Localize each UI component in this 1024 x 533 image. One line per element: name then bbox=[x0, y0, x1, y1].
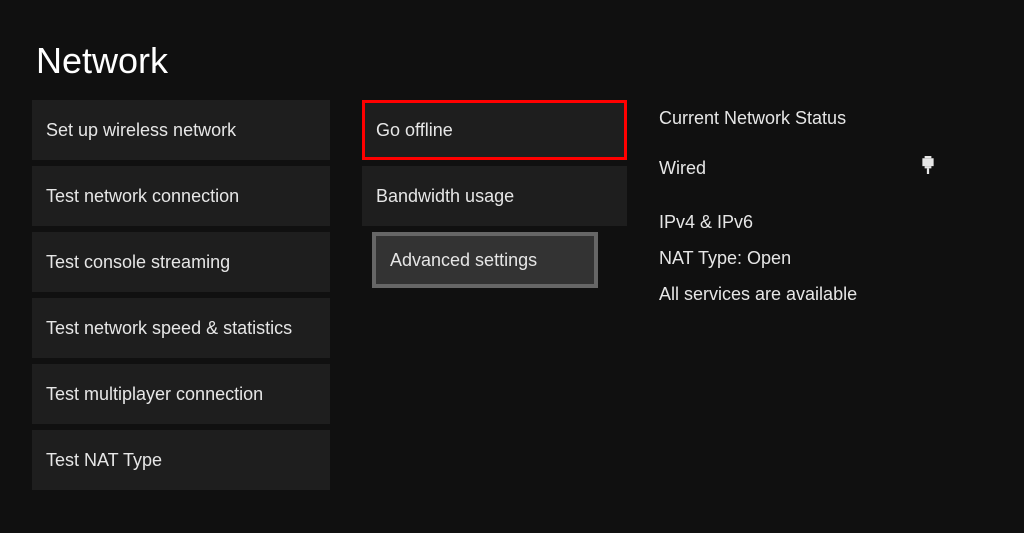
menu-item-advanced-settings[interactable]: Advanced settings bbox=[376, 236, 594, 284]
status-services-row: All services are available bbox=[659, 279, 939, 309]
status-nat: NAT Type: Open bbox=[659, 243, 791, 273]
menu-item-test-connection[interactable]: Test network connection bbox=[32, 166, 330, 226]
status-services: All services are available bbox=[659, 279, 857, 309]
page-title: Network bbox=[36, 40, 168, 82]
menu-item-test-nat[interactable]: Test NAT Type bbox=[32, 430, 330, 490]
menu-item-label: Advanced settings bbox=[390, 250, 537, 271]
menu-item-go-offline[interactable]: Go offline bbox=[362, 100, 627, 160]
menu-item-label: Test network connection bbox=[46, 186, 239, 207]
menu-item-label: Test multiplayer connection bbox=[46, 384, 263, 405]
menu-item-test-streaming[interactable]: Test console streaming bbox=[32, 232, 330, 292]
status-nat-row: NAT Type: Open bbox=[659, 243, 939, 273]
status-connection: Wired bbox=[659, 153, 706, 183]
menu-item-label: Test console streaming bbox=[46, 252, 230, 273]
left-menu: Set up wireless network Test network con… bbox=[32, 100, 330, 490]
content-columns: Set up wireless network Test network con… bbox=[32, 100, 939, 490]
network-status: Current Network Status Wired IPv4 & IPv6… bbox=[659, 100, 939, 490]
status-ip-row: IPv4 & IPv6 bbox=[659, 207, 939, 237]
menu-item-label: Test network speed & statistics bbox=[46, 318, 292, 339]
status-connection-row: Wired bbox=[659, 153, 939, 183]
wired-icon bbox=[921, 153, 935, 183]
status-header: Current Network Status bbox=[659, 108, 939, 129]
right-menu: Go offline Bandwidth usage Advanced sett… bbox=[362, 100, 627, 490]
menu-item-test-speed[interactable]: Test network speed & statistics bbox=[32, 298, 330, 358]
menu-item-bandwidth-usage[interactable]: Bandwidth usage bbox=[362, 166, 627, 226]
menu-item-label: Go offline bbox=[376, 120, 453, 141]
menu-item-label: Test NAT Type bbox=[46, 450, 162, 471]
status-ip: IPv4 & IPv6 bbox=[659, 207, 753, 237]
menu-item-label: Set up wireless network bbox=[46, 120, 236, 141]
menu-item-test-multiplayer[interactable]: Test multiplayer connection bbox=[32, 364, 330, 424]
menu-item-label: Bandwidth usage bbox=[376, 186, 514, 207]
menu-item-setup-wireless[interactable]: Set up wireless network bbox=[32, 100, 330, 160]
